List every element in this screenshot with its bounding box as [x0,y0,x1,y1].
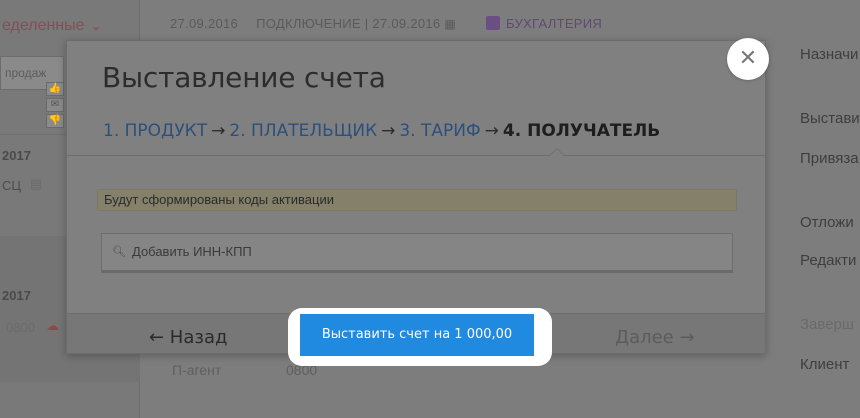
date-label: 27.09.2016 [170,16,239,31]
cloud-icon: ☁ [46,318,59,333]
accounting-link[interactable]: БУХГАЛТЕРИЯ [485,16,603,31]
arrow-icon: → [211,121,226,141]
action-assign[interactable]: Назначи [800,46,858,63]
accounting-label: БУХГАЛТЕРИЯ [505,16,603,31]
mail-icon[interactable]: ✉ [46,98,64,112]
thumbs-up-icon[interactable]: 👍 [46,82,64,96]
action-edit[interactable]: Редакти [800,252,856,269]
filter-dropdown[interactable]: еделенные ⌄ [0,8,120,44]
header-divider [67,155,765,156]
inn-kpp-search-input[interactable]: 🔍︎ Добавить ИНН-КПП [101,233,733,273]
filter-label: еделенные [2,17,85,34]
activation-notice: Будут сформированы коды активации [97,189,737,211]
issue-invoice-button[interactable]: Выставить счет на 1 000,00 [300,314,534,356]
list-item-sub: СЦ [2,178,22,193]
action-invoice[interactable]: Выстави [800,110,860,127]
agent-label: П-агент [172,362,222,378]
next-button[interactable]: Далее → [615,327,695,348]
modal-title: Выставление счета [102,61,386,94]
list-item-year: 2017 [2,148,31,163]
connection-label: ПОДКЛЮЧЕНИЕ | 27.09.2016 [256,16,441,31]
invoice-modal: Выставление счета 1. ПРОДУКТ → 2. ПЛАТЕЛЬЩ… [66,40,766,354]
arrow-icon: → [381,121,396,141]
chevron-down-icon: ⌄ [90,18,102,33]
list-item-sub: 0800 [6,320,35,335]
document-icon: ▤ [30,176,43,191]
accounting-icon [485,16,500,30]
list-item-year: 2017 [2,288,31,303]
close-icon: ✕ [738,46,758,71]
step-product[interactable]: 1. ПРОДУКТ [103,121,207,141]
step-recipient: 4. ПОЛУЧАТЕЛЬ [502,121,661,141]
wizard-steps: 1. ПРОДУКТ → 2. ПЛАТЕЛЬЩИК → 3. ТАРИФ → 4. ПОЛ… [103,121,660,141]
active-step-caret [549,148,565,156]
list-search-placeholder: продаж [5,66,47,80]
action-complete[interactable]: Заверш [800,316,854,333]
inn-kpp-placeholder: Добавить ИНН-КПП [132,244,252,259]
back-button[interactable]: ← Назад [149,327,227,348]
thumbs-down-icon[interactable]: 👎 [46,114,64,128]
action-postpone[interactable]: Отложи [800,214,854,231]
search-icon: 🔍︎ [112,246,126,258]
step-payer[interactable]: 2. ПЛАТЕЛЬЩИК [229,121,377,141]
calendar-icon: ▦ [444,17,457,31]
step-tariff[interactable]: 3. ТАРИФ [399,121,480,141]
client-label: Клиент [800,356,850,373]
arrow-icon: → [484,121,499,141]
close-button[interactable]: ✕ [727,38,769,80]
top-info-bar: 27.09.2016 ПОДКЛЮЧЕНИЕ | 27.09.2016 ▦ БУХ… [170,16,602,31]
action-link[interactable]: Привяза [800,150,859,167]
right-actions-panel: Назначи Выстави Привяза Отложи Редакти З… [800,0,860,418]
